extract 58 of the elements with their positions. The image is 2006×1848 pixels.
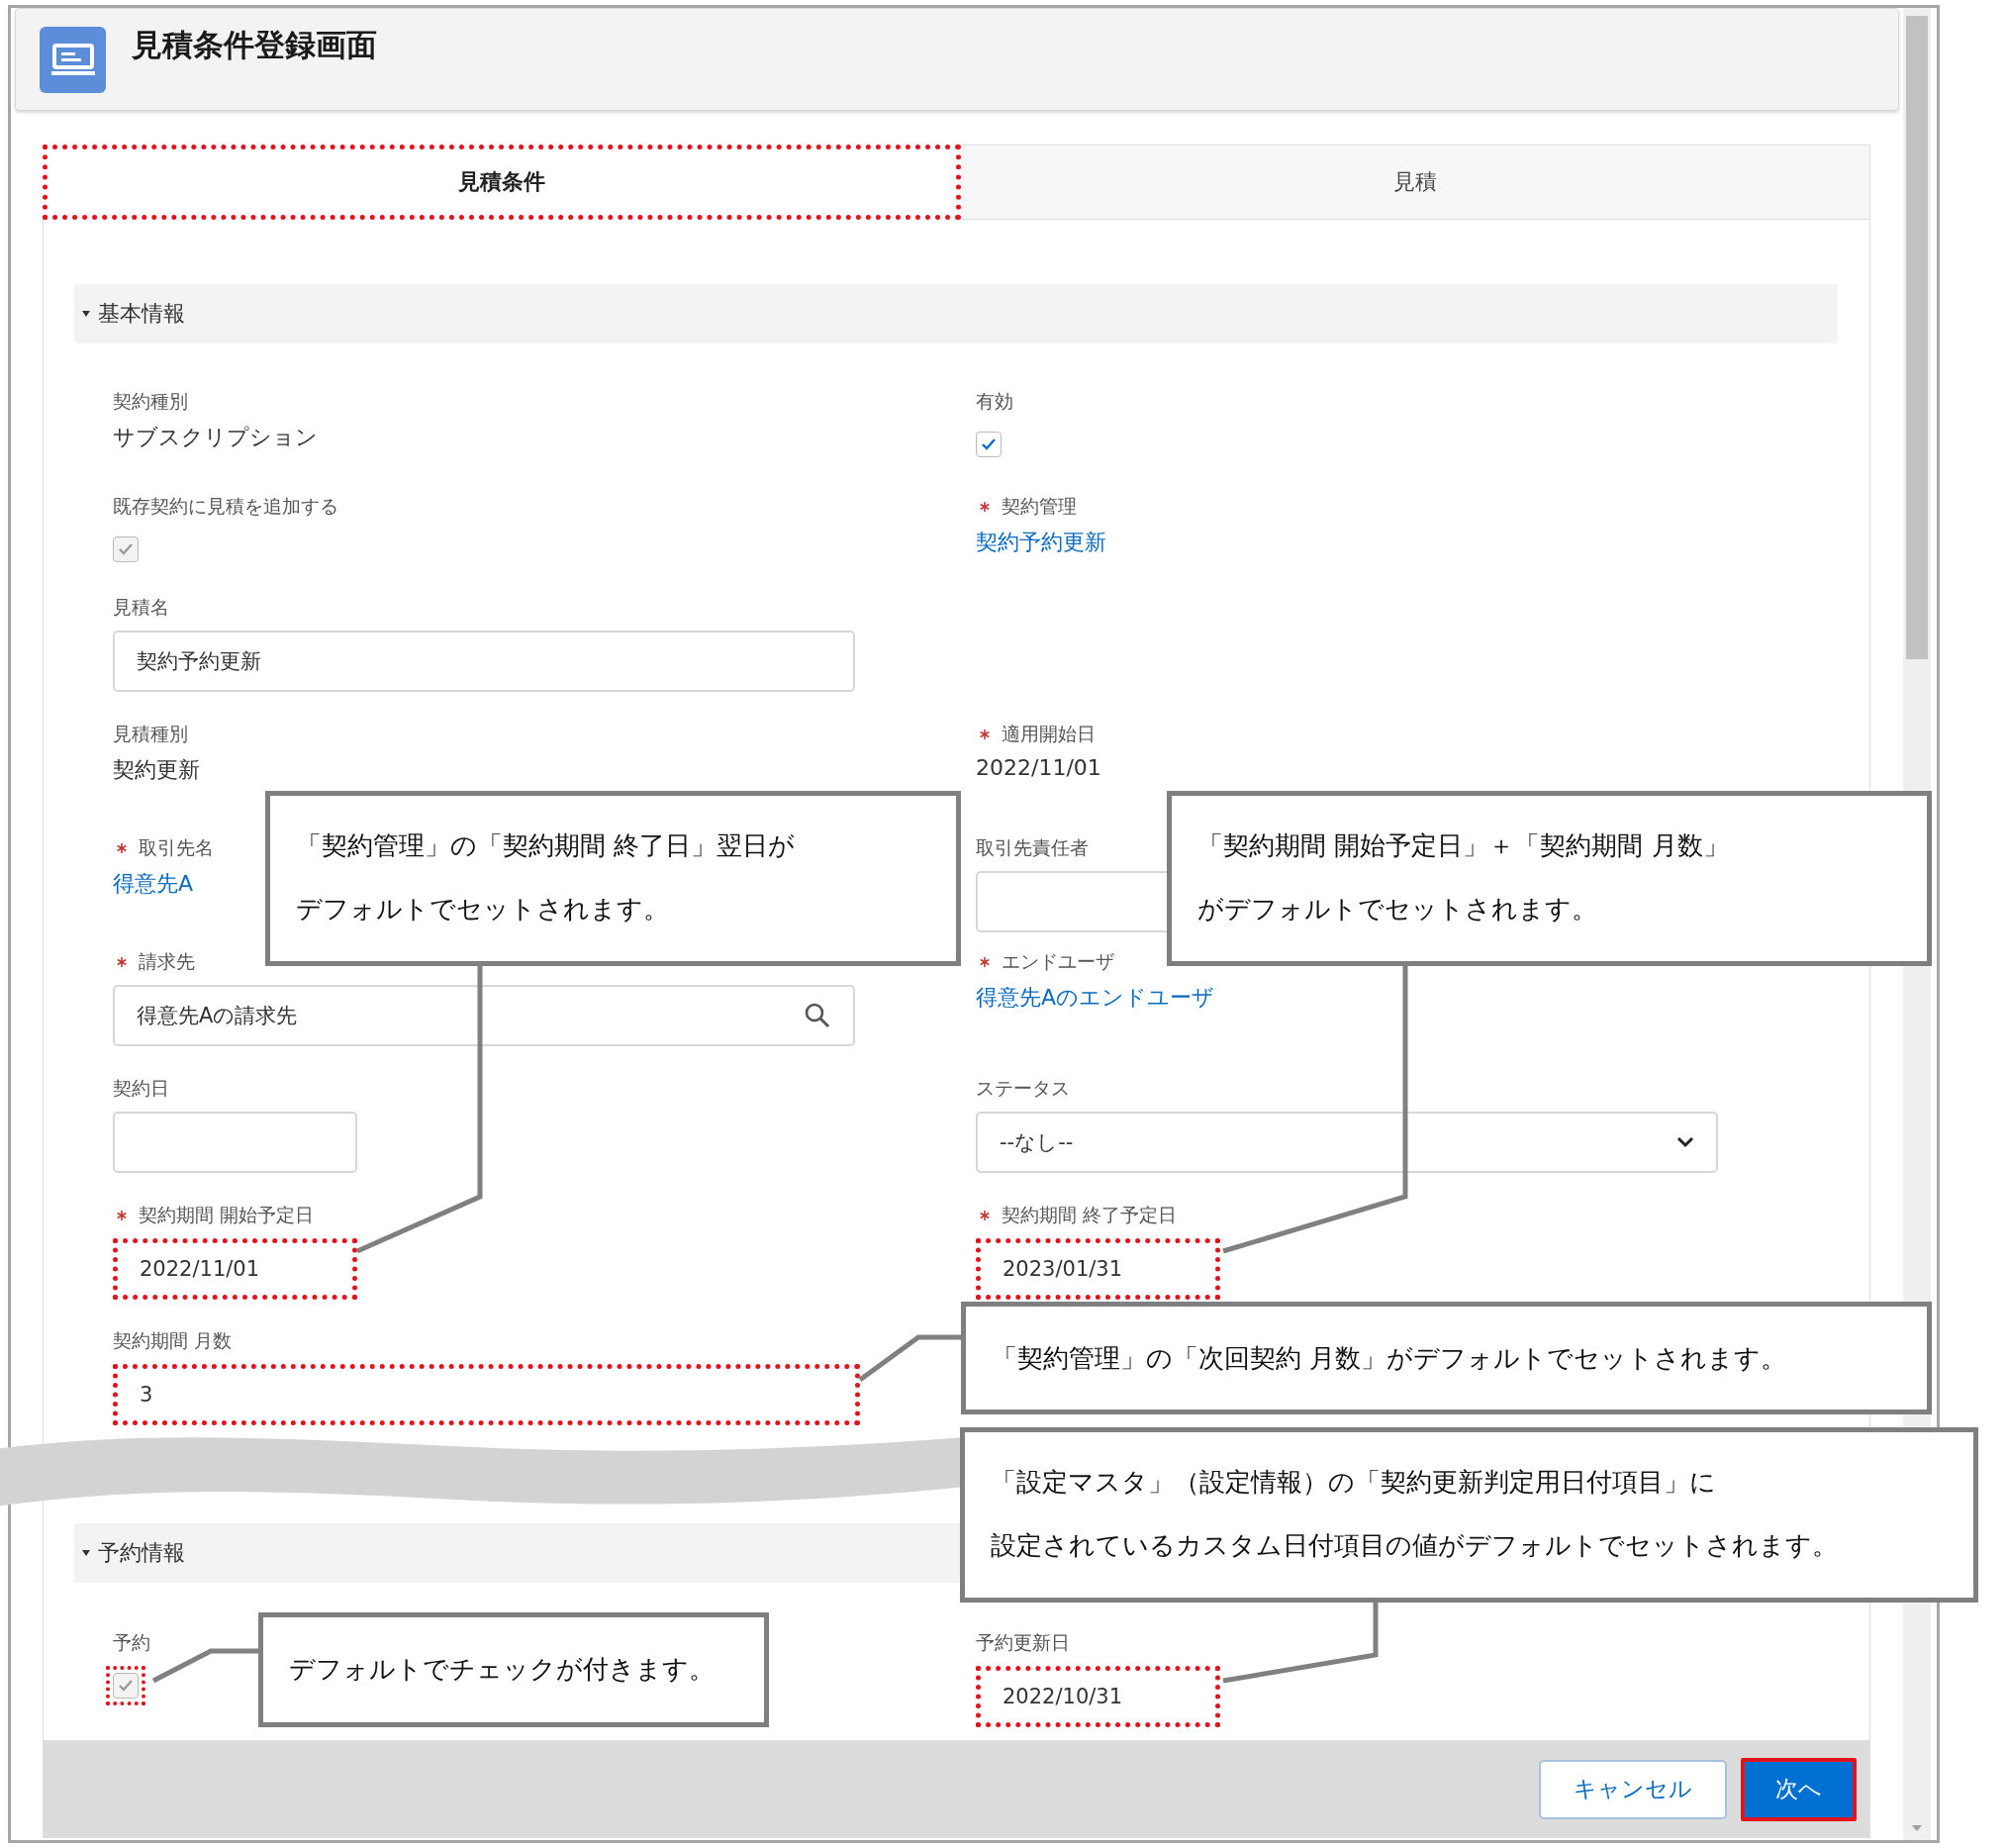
field-label: ステータス <box>976 1076 1070 1101</box>
field-label: 予約更新日 <box>976 1630 1070 1655</box>
input-field[interactable]: 3 <box>113 1364 860 1425</box>
callout-text: 「契約管理」の「契約期間 終了日」翌日が <box>296 829 796 862</box>
field-value: 2022/11/01 <box>976 755 1101 780</box>
field-label: 契約期間 月数 <box>113 1328 233 1353</box>
checkmark-icon <box>981 438 997 451</box>
field-label: 契約日 <box>113 1076 169 1101</box>
next-button[interactable]: 次へ <box>1741 1757 1857 1821</box>
field-label: 見積名 <box>113 595 169 620</box>
chevron-down-icon <box>1676 1136 1694 1148</box>
scroll-down-icon[interactable] <box>1911 1824 1923 1832</box>
field-label: 契約管理 <box>1002 494 1077 519</box>
field-label: 見積種別 <box>113 722 188 746</box>
callout-text: 「契約期間 開始予定日」＋「契約期間 月数」 <box>1197 829 1729 862</box>
field-label: 既存契約に見積を追加する <box>113 494 338 519</box>
callout-text: デフォルトでセットされます。 <box>296 893 669 925</box>
field-label: 契約期間 終了予定日 <box>1002 1203 1178 1227</box>
status-select[interactable]: --なし-- <box>976 1112 1718 1173</box>
tab[interactable]: 見積 <box>961 145 1870 220</box>
field-label: 請求先 <box>139 949 195 974</box>
checkmark-icon <box>118 542 134 556</box>
scroll-thumb[interactable] <box>1906 16 1928 659</box>
expand-icon[interactable] <box>82 311 90 317</box>
input-field[interactable]: 2022/11/01 <box>113 1238 357 1300</box>
callout-text: がデフォルトでセットされます。 <box>1197 893 1597 925</box>
record-link[interactable]: 契約予約更新 <box>976 528 1106 557</box>
section-title: 基本情報 <box>98 300 185 328</box>
cancel-button[interactable]: キャンセル <box>1539 1759 1727 1819</box>
field-label: 取引先名 <box>139 835 214 860</box>
field-label: 適用開始日 <box>1002 722 1096 746</box>
record-link[interactable]: 得意先Aのエンドユーザ <box>976 983 1215 1013</box>
input-field[interactable]: 2023/01/31 <box>976 1238 1220 1300</box>
section-title: 予約情報 <box>98 1539 185 1567</box>
section-header[interactable]: 基本情報 <box>74 284 1838 343</box>
field-label: 予約 <box>113 1630 150 1655</box>
field-label: 取引先責任者 <box>976 835 1089 860</box>
checkmark-icon <box>118 1679 134 1693</box>
callout-text: 設定されているカスタム日付項目の値がデフォルトでセットされます。 <box>991 1529 1838 1562</box>
document-icon <box>40 26 106 93</box>
input-field[interactable] <box>113 1112 357 1173</box>
input-field[interactable]: 得意先Aの請求先 <box>113 985 855 1046</box>
callout-text: 「契約管理」の「次回契約 月数」がデフォルトでセットされます。 <box>992 1342 1787 1375</box>
field-label: 契約期間 開始予定日 <box>139 1203 315 1227</box>
record-link[interactable]: 得意先A <box>113 869 194 899</box>
input-field[interactable]: 2022/10/31 <box>976 1666 1220 1727</box>
field-value: 契約更新 <box>113 756 200 784</box>
callout-text: 「設定マスタ」（設定情報）の「契約更新判定用日付項目」に <box>991 1466 1716 1499</box>
field-label: 契約種別 <box>113 389 188 414</box>
callout-text: デフォルトでチェックが付きます。 <box>289 1653 715 1686</box>
search-icon <box>804 1002 831 1029</box>
field-label: 有効 <box>976 389 1013 414</box>
tab[interactable]: 見積条件 <box>43 145 961 220</box>
page-title: 見積条件登録画面 <box>132 26 377 64</box>
field-label: エンドユーザ <box>1002 949 1114 974</box>
expand-icon[interactable] <box>82 1550 90 1556</box>
field-value: サブスクリプション <box>113 424 318 451</box>
input-field[interactable]: 契約予約更新 <box>113 631 855 692</box>
